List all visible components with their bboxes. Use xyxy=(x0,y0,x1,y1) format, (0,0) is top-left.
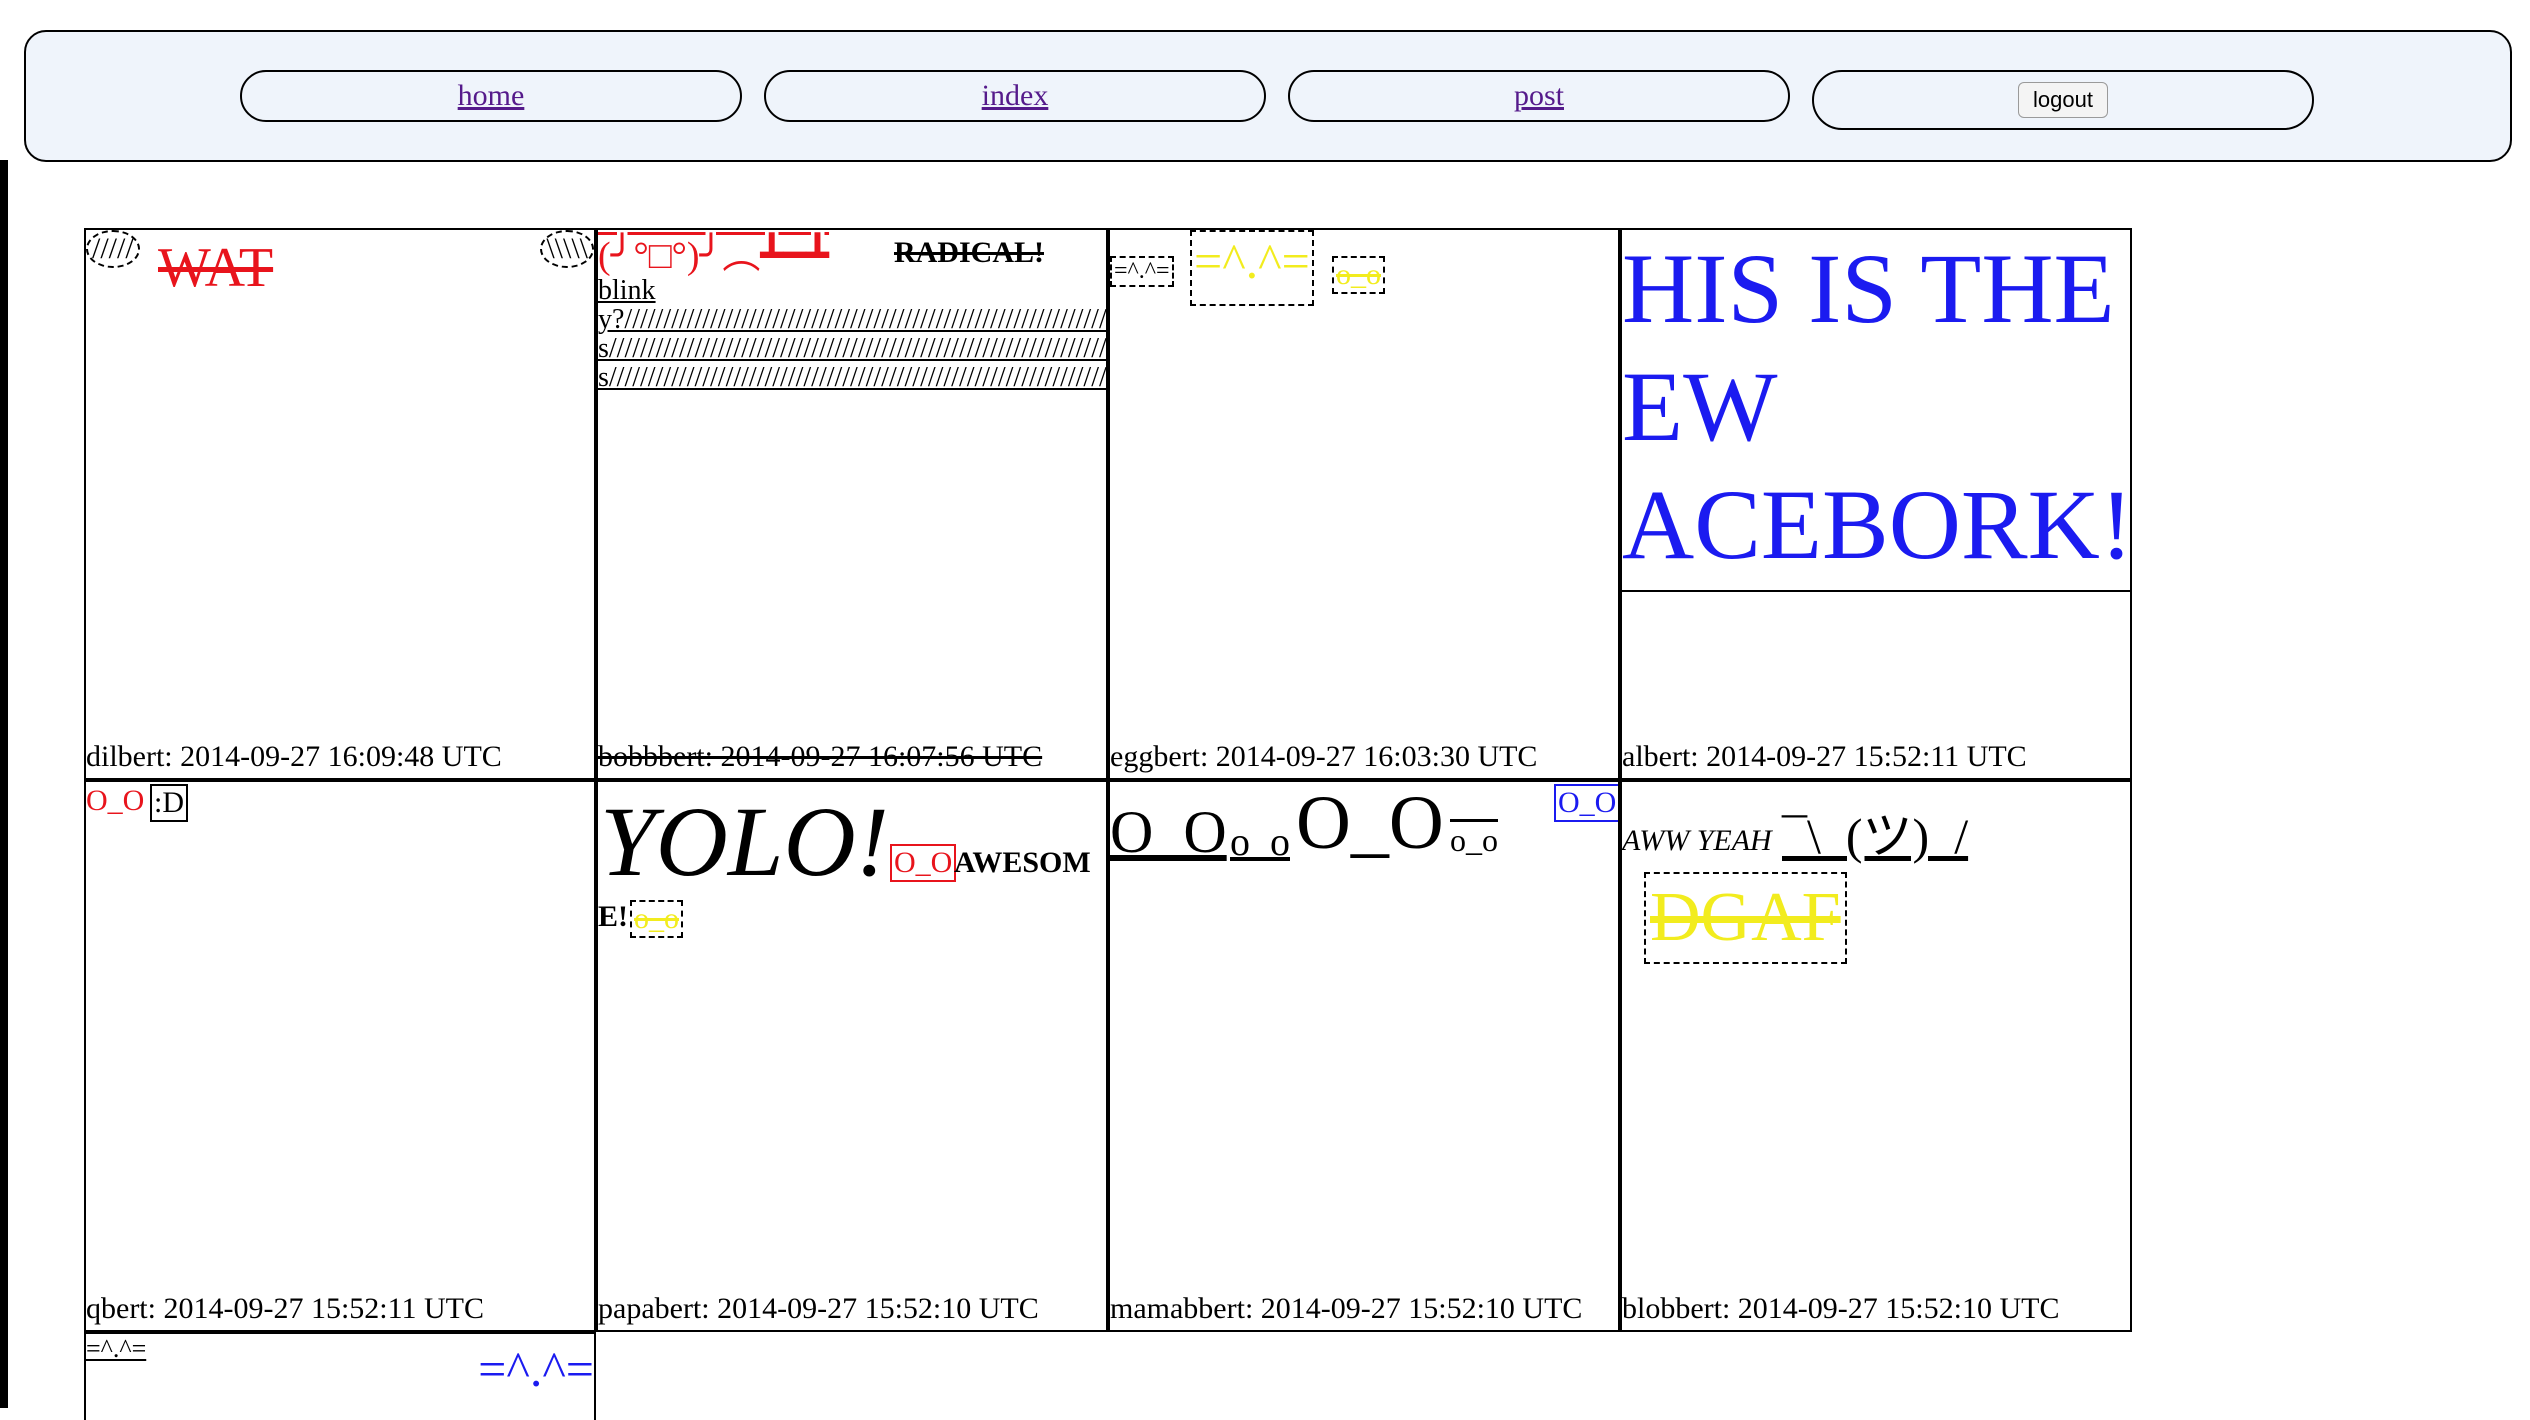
dgaf-text: DGAF xyxy=(1644,872,1847,964)
headline-line-2: EW xyxy=(1622,351,1778,462)
oo-box: O_O xyxy=(890,844,957,882)
post-meta: papabert: 2014-09-27 15:52:10 UTC xyxy=(598,1292,1039,1325)
post-title: WAT xyxy=(158,237,274,299)
post-tile-dilbert: ///// WAT \\\\\ dilbert: 2014-09-27 16:0… xyxy=(84,228,596,780)
radical-text: RADICAL! xyxy=(894,236,1044,269)
small-cat-face: =^.^= xyxy=(86,1334,147,1363)
post-tile-eggbert: =^.^= =^.^= o_o eggbert: 2014-09-27 16:0… xyxy=(1108,228,1620,780)
post-meta: mamabbert: 2014-09-27 15:52:10 UTC xyxy=(1110,1292,1583,1325)
logout-button[interactable]: logout xyxy=(2018,82,2108,118)
small-cat-face: =^.^= xyxy=(1110,256,1174,287)
oo-face: o_o xyxy=(1332,256,1385,294)
post-tile-blobbert: AWW YEAH ¯\_(ツ)_/ DGAF blobbert: 2014-09… xyxy=(1620,780,2132,1332)
post-tile-albert: HIS IS THE EW ACEBORK! albert: 2014-09-2… xyxy=(1620,228,2132,780)
post-link[interactable]: post xyxy=(1514,79,1564,113)
big-cat-face: =^.^= xyxy=(478,1341,594,1397)
post-tile-bobbbert: (╯°□°)╯︵┻━┻ RADICAL! blinky?////////////… xyxy=(596,228,1108,780)
face-1: O_O xyxy=(1110,799,1227,865)
post-meta: dilbert: 2014-09-27 16:09:48 UTC xyxy=(86,740,502,773)
face-5-box: O_O xyxy=(1554,784,1618,822)
shrug-text: ¯\_(ツ)_/ xyxy=(1782,808,1969,864)
right-oval: \\\\\ xyxy=(540,230,594,268)
yolo-text: YOLO! xyxy=(600,786,889,897)
nav-index-pill: index xyxy=(764,70,1266,122)
nav-logout-pill: logout xyxy=(1812,70,2314,130)
post-meta: qbert: 2014-09-27 15:52:11 UTC xyxy=(86,1292,485,1325)
headline-line-3: ACEBORK! xyxy=(1622,469,2130,580)
left-oval: ///// xyxy=(86,230,140,268)
awesome-text-1: AWESOM xyxy=(954,846,1091,879)
post-meta: blobbert: 2014-09-27 15:52:10 UTC xyxy=(1622,1292,2060,1325)
headline-box: HIS IS THE EW ACEBORK! xyxy=(1622,230,2130,592)
face-2: o_o xyxy=(1230,819,1290,864)
oo-face: O_O xyxy=(86,784,145,817)
headline-line-1: HIS IS THE xyxy=(1622,233,2115,344)
big-cat-face: =^.^= xyxy=(1190,230,1314,306)
smile-face: :D xyxy=(150,784,188,822)
left-edge-bar xyxy=(0,160,8,1408)
post-meta: eggbert: 2014-09-27 16:03:30 UTC xyxy=(1110,740,1538,773)
post-body: blinky?/////////////////////////////////… xyxy=(598,275,1107,393)
post-meta: albert: 2014-09-27 15:52:11 UTC xyxy=(1622,740,2027,773)
aww-yeah-text: AWW YEAH xyxy=(1622,824,1772,857)
nav-post-pill: post xyxy=(1288,70,1790,122)
top-nav: home index post logout xyxy=(24,30,2512,162)
oo-face-dashed: o_o xyxy=(630,900,683,938)
post-tile-mamabbert: O_O o_o O_O o_o O_O mamabbert: 2014-09-2… xyxy=(1108,780,1620,1332)
home-link[interactable]: home xyxy=(458,79,525,113)
nav-home-pill: home xyxy=(240,70,742,122)
post-tile-papabert: YOLO! O_O AWESOM E! o_o papabert: 2014-0… xyxy=(596,780,1108,1332)
post-meta: bobbbert: 2014-09-27 16:07:56 UTC xyxy=(598,740,1043,773)
face-3: O_O xyxy=(1296,781,1444,865)
post-tile-partial: =^.^= =^.^= xyxy=(84,1332,596,1420)
index-link[interactable]: index xyxy=(982,79,1049,113)
post-tile-qbert: O_O :D qbert: 2014-09-27 15:52:11 UTC xyxy=(84,780,596,1332)
awesome-text-2: E! xyxy=(598,900,628,933)
table-flip-text: (╯°□°)╯︵┻━┻ xyxy=(598,235,830,277)
face-4: o_o xyxy=(1450,822,1498,858)
